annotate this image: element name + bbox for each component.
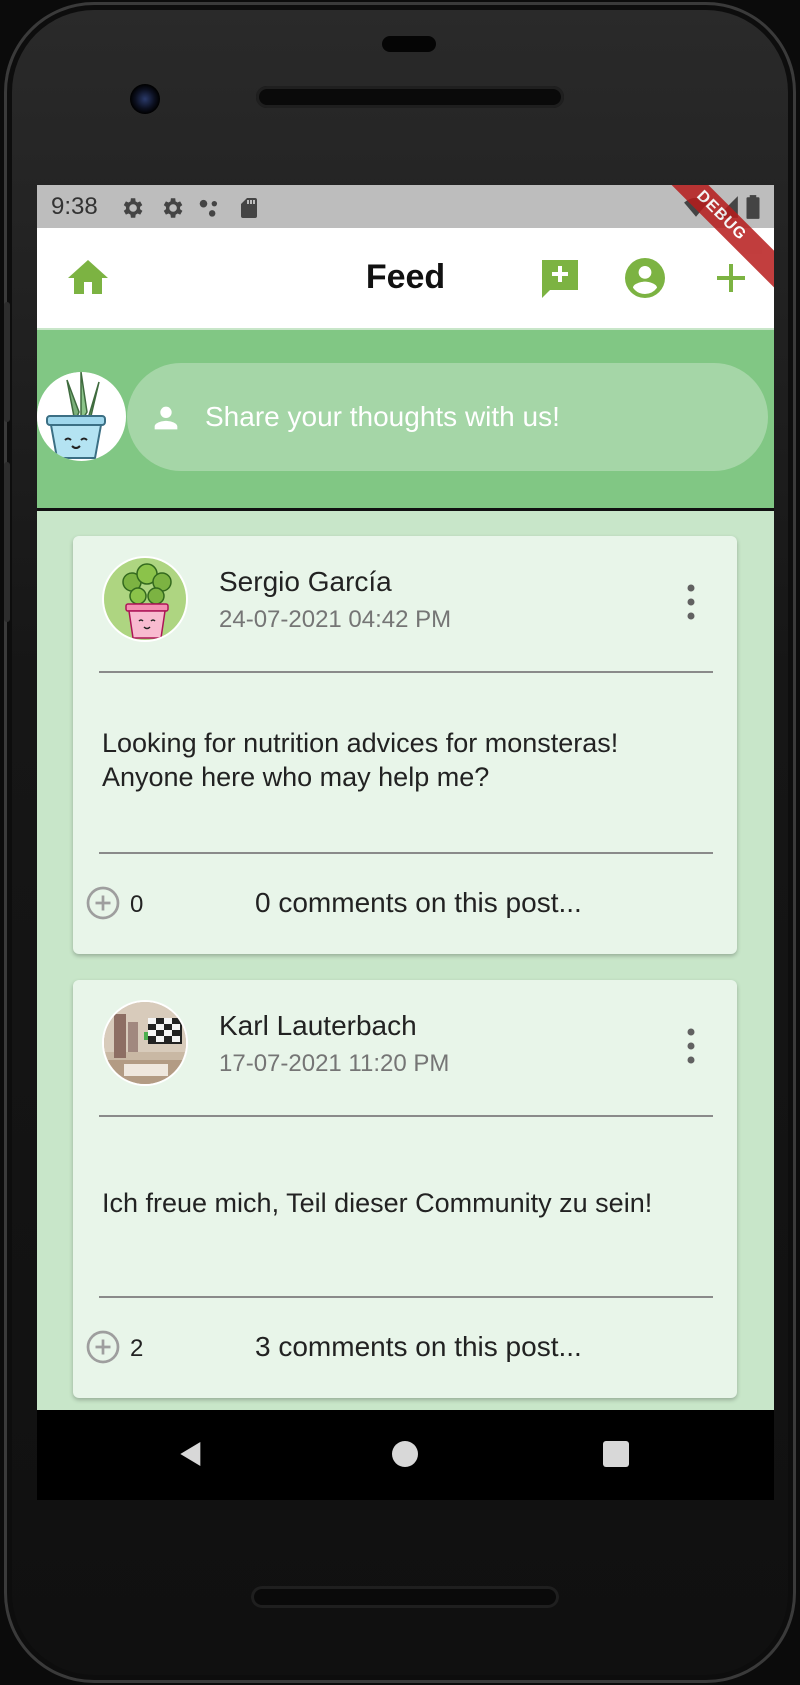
cactus-pot-image bbox=[37, 372, 125, 460]
add-comment-icon[interactable] bbox=[536, 254, 584, 302]
share-thoughts-placeholder: Share your thoughts with us! bbox=[205, 401, 560, 432]
top-speaker bbox=[256, 86, 564, 108]
dots-icon bbox=[199, 199, 218, 217]
sd-card-icon bbox=[241, 198, 257, 218]
share-thoughts-input[interactable]: Share your thoughts with us! bbox=[127, 363, 768, 471]
settings-icon bbox=[163, 198, 183, 218]
add-circle-outline-icon[interactable] bbox=[85, 1329, 121, 1365]
post-card: Sergio García 24-07-2021 04:42 PM Lookin… bbox=[73, 536, 737, 954]
divider bbox=[99, 1296, 713, 1298]
add-circle-outline-icon[interactable] bbox=[85, 885, 121, 921]
back-icon[interactable] bbox=[175, 1438, 207, 1470]
user-avatar[interactable] bbox=[37, 372, 126, 461]
app-bar: Feed bbox=[37, 228, 774, 328]
screen: 9:38 Feed DEBUG Share your thoughts with… bbox=[37, 185, 774, 1410]
divider bbox=[99, 852, 713, 854]
plant-pot-image bbox=[104, 558, 186, 640]
status-bar: 9:38 bbox=[37, 185, 774, 228]
post-body: Ich freue mich, Teil dieser Community zu… bbox=[102, 1188, 653, 1218]
bottom-speaker bbox=[251, 1586, 559, 1608]
recents-icon[interactable] bbox=[603, 1441, 629, 1467]
power-button bbox=[4, 462, 10, 622]
post-date: 17-07-2021 11:20 PM bbox=[219, 1050, 450, 1077]
more-vert-icon[interactable] bbox=[685, 584, 697, 620]
account-circle-icon[interactable] bbox=[621, 254, 669, 302]
like-count: 2 bbox=[130, 1335, 144, 1362]
composer-bar: Share your thoughts with us! bbox=[37, 330, 774, 511]
divider bbox=[99, 671, 713, 673]
battery-icon bbox=[746, 195, 760, 219]
author-avatar[interactable] bbox=[102, 1000, 188, 1086]
comments-link[interactable]: 0 comments on this post... bbox=[255, 887, 582, 919]
sensor bbox=[382, 36, 436, 52]
volume-button bbox=[4, 302, 10, 422]
home-nav-icon[interactable] bbox=[392, 1441, 418, 1467]
author-avatar[interactable] bbox=[102, 556, 188, 642]
front-camera bbox=[130, 84, 160, 114]
settings-icon bbox=[123, 198, 143, 218]
divider bbox=[99, 1115, 713, 1117]
post-date: 24-07-2021 04:42 PM bbox=[219, 606, 452, 633]
more-vert-icon[interactable] bbox=[685, 1028, 697, 1064]
feed-list: Sergio García 24-07-2021 04:42 PM Lookin… bbox=[37, 511, 774, 1410]
status-time: 9:38 bbox=[51, 193, 98, 220]
post-body: Looking for nutrition advices for monste… bbox=[102, 728, 619, 792]
system-nav-bar bbox=[37, 1410, 774, 1500]
person-icon bbox=[154, 406, 178, 430]
like-count: 0 bbox=[130, 891, 144, 918]
post-author: Karl Lauterbach bbox=[219, 1010, 417, 1041]
post-card: Karl Lauterbach 17-07-2021 11:20 PM Ich … bbox=[73, 980, 737, 1398]
comments-link[interactable]: 3 comments on this post... bbox=[255, 1331, 582, 1363]
room-photo-image bbox=[104, 1002, 186, 1084]
post-author: Sergio García bbox=[219, 566, 392, 597]
